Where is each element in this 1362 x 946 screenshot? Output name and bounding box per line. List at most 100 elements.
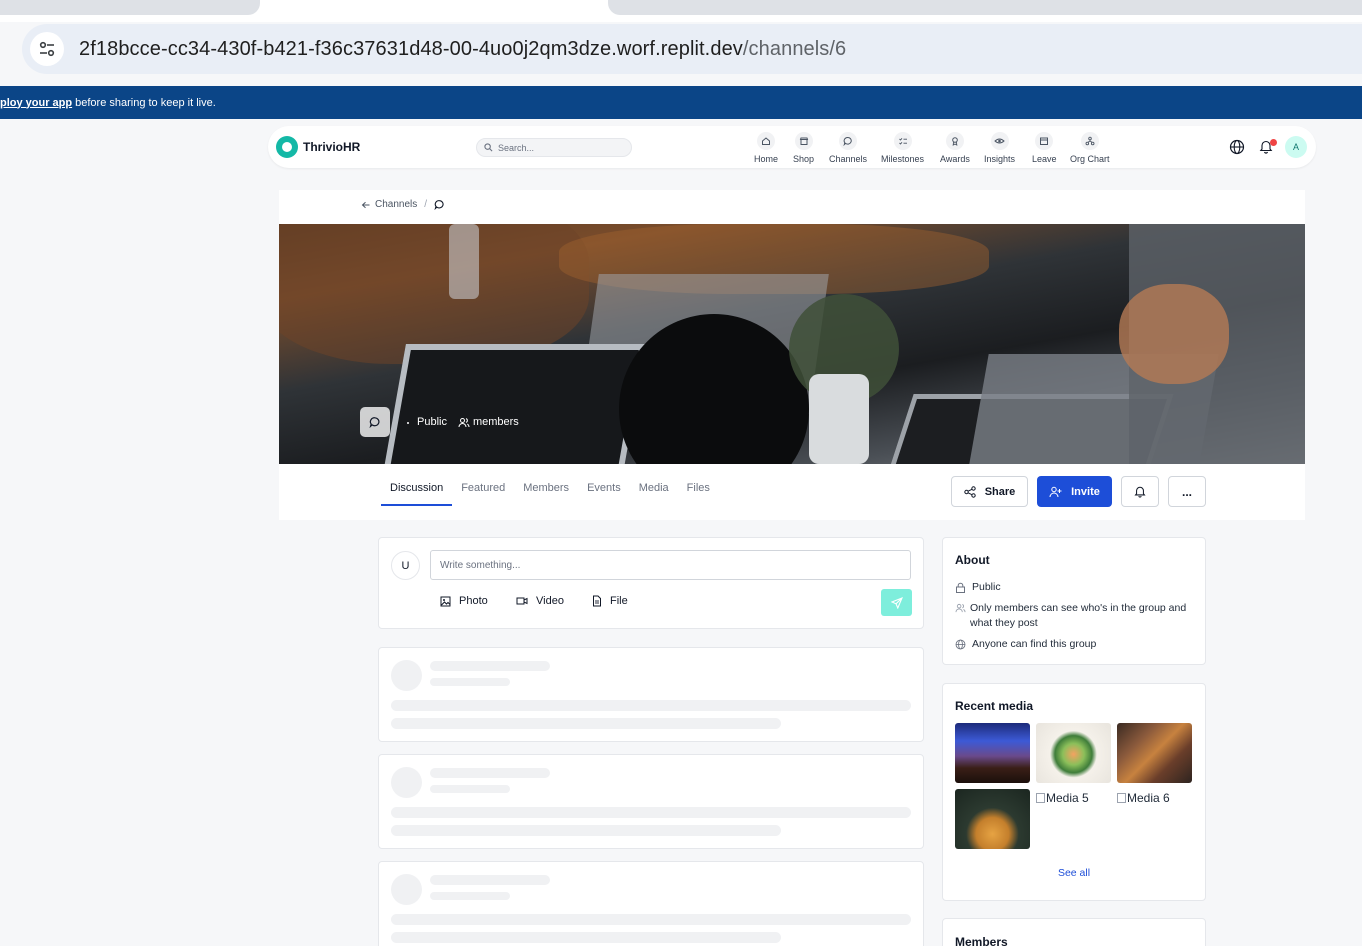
about-visibility-row: Only members can see who's in the group … (955, 601, 1195, 631)
media-thumbnail-5[interactable]: Media 5 (1036, 791, 1089, 805)
brand-logo-icon[interactable] (276, 136, 298, 158)
skeleton-line (430, 892, 510, 900)
nav-leave[interactable]: Leave (1032, 132, 1057, 164)
file-button[interactable]: File (592, 595, 628, 607)
channel-privacy: Public (417, 416, 447, 428)
calendar-icon (1035, 132, 1054, 150)
skeleton-line (430, 785, 510, 793)
channel-tabs: Discussion Featured Members Events Media… (381, 474, 719, 506)
notify-toggle-button[interactable] (1121, 476, 1159, 507)
nav-milestones[interactable]: Milestones (881, 132, 924, 164)
post-input[interactable]: Write something... (430, 550, 911, 580)
tab-events[interactable]: Events (578, 474, 630, 506)
user-avatar[interactable]: A (1285, 136, 1307, 158)
url-text[interactable]: 2f18bcce-cc34-430f-b421-f36c37631d48-00-… (79, 38, 846, 61)
about-privacy: Public (972, 581, 1001, 593)
nav-shop[interactable]: Shop (793, 132, 814, 164)
more-options-button[interactable]: ... (1168, 476, 1206, 507)
nav-home[interactable]: Home (754, 132, 778, 164)
media-thumbnail-6[interactable]: Media 6 (1117, 791, 1170, 805)
nav-awards[interactable]: Awards (940, 132, 970, 164)
invite-button[interactable]: Invite (1037, 476, 1112, 507)
checklist-icon (893, 132, 912, 150)
tab-files[interactable]: Files (678, 474, 719, 506)
video-icon (516, 597, 528, 605)
media-thumbnail-pancakes[interactable] (955, 789, 1030, 849)
nav-insights[interactable]: Insights (984, 132, 1015, 164)
send-icon (890, 596, 903, 609)
media-thumbnail-salad[interactable] (1036, 723, 1111, 783)
nav-label: Awards (940, 154, 970, 164)
brand-name[interactable]: ThrivioHR (303, 140, 360, 154)
search-input[interactable]: Search... (476, 138, 632, 157)
nav-channels[interactable]: Channels (829, 132, 867, 164)
more-icon: ... (1181, 484, 1192, 499)
breadcrumb-channels-link[interactable]: Channels (375, 199, 417, 210)
globe-icon (955, 639, 966, 650)
separator-dot (407, 422, 409, 424)
skeleton-line (430, 875, 550, 885)
tab-media[interactable]: Media (630, 474, 678, 506)
about-privacy-row: Public (955, 580, 1001, 595)
members-title: Members (955, 935, 1008, 946)
media-thumbnail-skewers[interactable] (1117, 723, 1192, 783)
media-thumbnail-concert[interactable] (955, 723, 1030, 783)
eye-icon (990, 132, 1009, 150)
site-settings-icon[interactable] (30, 32, 64, 66)
browser-tab-left[interactable] (0, 0, 260, 15)
members-icon (458, 417, 470, 427)
url-path: /channels/6 (742, 37, 847, 60)
file-label: File (610, 595, 628, 607)
skeleton-line (391, 825, 781, 836)
file-icon (593, 595, 601, 607)
members-card: Members (942, 918, 1206, 946)
video-button[interactable]: Video (516, 595, 564, 607)
nav-label: Leave (1032, 154, 1057, 164)
nav-org-chart[interactable]: Org Chart (1070, 132, 1110, 164)
see-all-media-link[interactable]: See all (943, 867, 1205, 879)
address-bar[interactable]: 2f18bcce-cc34-430f-b421-f36c37631d48-00-… (22, 24, 1362, 74)
photo-button[interactable]: Photo (440, 595, 488, 607)
channel-type-icon (360, 407, 390, 437)
composer-avatar: U (391, 551, 420, 580)
breadcrumb-separator: / (424, 199, 428, 210)
nav-label: Insights (984, 154, 1016, 164)
deploy-link[interactable]: ploy your app (0, 97, 72, 109)
channel-cover-image: Public members (279, 224, 1305, 464)
tab-featured[interactable]: Featured (452, 474, 514, 506)
send-post-button[interactable] (881, 589, 912, 616)
skeleton-line (391, 914, 911, 925)
language-globe-icon[interactable] (1229, 139, 1245, 160)
share-button[interactable]: Share (951, 476, 1028, 507)
tab-discussion[interactable]: Discussion (381, 474, 453, 506)
browser-tab-right[interactable] (608, 0, 1362, 15)
broken-image-icon (1117, 793, 1126, 803)
about-title: About (955, 553, 990, 567)
channel-members-label[interactable]: members (473, 416, 519, 428)
nav-label: Shop (793, 154, 815, 164)
broken-image-icon (1036, 793, 1045, 803)
nav-label: Milestones (881, 154, 925, 164)
share-label: Share (984, 485, 1016, 498)
about-card: About Public Only members can see who's … (942, 537, 1206, 665)
skeleton-line (391, 932, 781, 943)
channel-header-panel: Channels / Public members Discussion Fea… (279, 190, 1305, 520)
media-5-alt: Media 5 (1046, 791, 1089, 805)
skeleton-line (391, 718, 781, 729)
nav-label: Org Chart (1070, 154, 1110, 164)
recent-media-card: Recent media Media 5 Media 6 See all (942, 683, 1206, 901)
skeleton-line (430, 661, 550, 671)
browser-tabstrip (0, 0, 1362, 22)
chat-icon (434, 200, 444, 210)
deploy-notice-bar: ploy your app before sharing to keep it … (0, 86, 1362, 119)
skeleton-avatar (391, 660, 422, 691)
tab-members[interactable]: Members (514, 474, 578, 506)
award-icon (945, 132, 964, 150)
image-icon (440, 596, 451, 606)
home-icon (757, 132, 775, 150)
org-chart-icon (1080, 132, 1099, 150)
search-placeholder: Search... (498, 142, 535, 153)
back-arrow-icon[interactable] (361, 200, 371, 210)
notification-badge (1270, 139, 1277, 146)
deploy-notice-text: before sharing to keep it live. (75, 96, 216, 109)
